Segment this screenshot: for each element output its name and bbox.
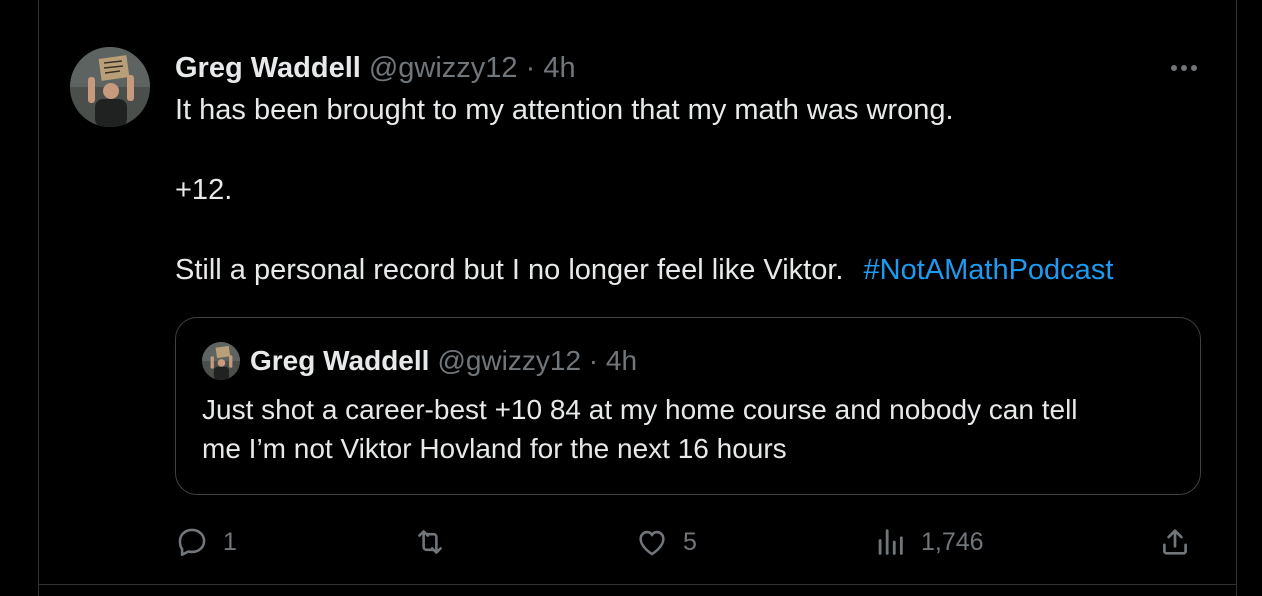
tweet-header: Greg Waddell @gwizzy12 · 4h <box>175 50 576 86</box>
reply-count: 1 <box>223 527 237 556</box>
view-count: 1,746 <box>921 527 984 556</box>
like-count: 5 <box>683 527 697 556</box>
timeline-left-border <box>38 0 39 596</box>
timeline-right-border <box>1236 0 1237 596</box>
tweet-divider <box>38 584 1237 585</box>
author-name[interactable]: Greg Waddell <box>175 52 361 85</box>
quoted-text-line-1: Just shot a career-best +10 84 at my hom… <box>202 394 1078 425</box>
tweet-actions: 1 5 1,746 <box>0 520 1262 564</box>
retweet-button[interactable] <box>412 520 462 564</box>
quoted-text-line-2: me I’m not Viktor Hovland for the next 1… <box>202 433 787 464</box>
more-dot <box>1181 65 1187 71</box>
quoted-author-handle-time[interactable]: @gwizzy12 · 4h <box>437 345 637 377</box>
author-handle-time[interactable]: @gwizzy12 · 4h <box>369 52 576 85</box>
more-icon[interactable] <box>1166 54 1202 82</box>
more-dot <box>1171 65 1177 71</box>
retweet-icon <box>418 530 442 554</box>
reply-icon <box>178 528 206 557</box>
quoted-header: Greg Waddell @gwizzy12 · 4h <box>250 342 637 380</box>
quoted-author-name[interactable]: Greg Waddell <box>250 345 429 377</box>
reply-button[interactable]: 1 <box>175 520 237 564</box>
like-button[interactable]: 5 <box>635 520 697 564</box>
tweet-text-line-3-body: Still a personal record but I no longer … <box>175 254 844 286</box>
share-icon <box>1163 529 1187 555</box>
more-dot <box>1191 65 1197 71</box>
tweet-text-line-2: +12. <box>175 174 233 206</box>
share-button[interactable] <box>1158 520 1192 564</box>
views-button[interactable]: 1,746 <box>873 520 984 564</box>
quoted-avatar[interactable] <box>202 342 240 380</box>
analytics-icon <box>878 529 903 555</box>
hashtag-link[interactable]: #NotAMathPodcast <box>864 254 1114 286</box>
quoted-tweet[interactable]: Greg Waddell @gwizzy12 · 4h Just shot a … <box>175 317 1201 495</box>
tweet-text-line-3: Still a personal record but I no longer … <box>175 254 1113 287</box>
heart-icon <box>639 530 665 556</box>
avatar[interactable] <box>70 47 150 127</box>
tweet-text-line-1: It has been brought to my attention that… <box>175 94 954 126</box>
